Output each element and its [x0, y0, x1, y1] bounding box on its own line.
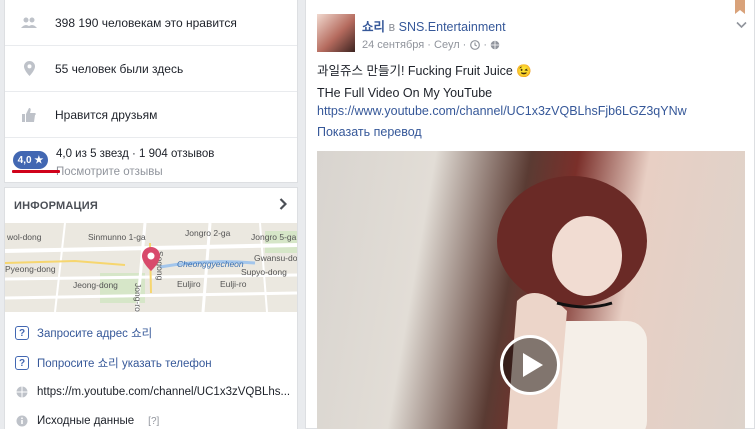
people-icon [21, 15, 37, 31]
ask-address-row[interactable]: ? Запросите адрес 쇼리 [15, 325, 152, 341]
play-icon [522, 353, 543, 377]
thumbs-up-icon [21, 107, 37, 123]
map-label: Jong-ro [133, 283, 143, 312]
location-pin-icon [21, 61, 37, 77]
ask-phone-row[interactable]: ? Попросите 쇼리 указать телефон [15, 355, 212, 371]
rating-underline [12, 170, 60, 173]
dot-separator: · [483, 39, 488, 51]
page-name-link[interactable]: SNS.Entertainment [399, 20, 506, 34]
question-icon: ? [15, 326, 29, 340]
rating-row: 4,0 ★ 4,0 из 5 звезд · 1 904 отзывов Пос… [5, 138, 297, 182]
chevron-right-icon[interactable] [279, 198, 288, 213]
map-label: Cheonggyecheon [177, 259, 244, 269]
globe-icon [15, 385, 29, 399]
video-player[interactable] [317, 151, 745, 429]
video-thumbnail [497, 176, 647, 429]
author-avatar[interactable] [317, 14, 355, 52]
likes-row[interactable]: 398 190 человекам это нравится [5, 0, 297, 46]
see-reviews-link[interactable]: Посмотрите отзывы [56, 164, 214, 180]
globe-privacy-icon[interactable] [490, 40, 500, 50]
play-button[interactable] [500, 335, 560, 395]
ask-address-link[interactable]: Запросите адрес 쇼리 [37, 325, 152, 341]
source-help-link[interactable]: [?] [148, 416, 159, 427]
info-icon [15, 414, 29, 428]
youtube-link[interactable]: https://www.youtube.com/channel/UC1x3zVQ… [317, 104, 687, 118]
website-row[interactable]: https://m.youtube.com/channel/UC1x3zVQBL… [15, 385, 290, 399]
map-label: Eulji-ro [220, 279, 247, 289]
ask-phone-link[interactable]: Попросите 쇼리 указать телефон [37, 355, 212, 371]
clock-icon [470, 40, 481, 50]
post-card: 쇼리 в SNS.Entertainment 24 сентября · Сеу… [305, 0, 755, 429]
source-label: Исходные данные [37, 415, 135, 427]
rating-badge[interactable]: 4,0 ★ [13, 151, 48, 169]
checkins-count: 55 человек были здесь [55, 61, 184, 76]
chevron-down-icon[interactable] [736, 18, 747, 29]
map-label: Supyo-dong [241, 267, 287, 277]
question-icon: ? [15, 356, 29, 370]
post-text-line: 과일쥬스 만들기! Fucking Fruit Juice 😉 [317, 64, 532, 78]
post-header: 쇼리 в SNS.Entertainment 24 сентября · Сеу… [362, 16, 506, 51]
bookmark-icon[interactable] [734, 0, 746, 14]
show-translation-link[interactable]: Показать перевод [317, 125, 422, 139]
map-label: Euljiro [177, 279, 201, 289]
map-label: Jongro 5-ga [251, 232, 297, 242]
likes-count: 398 190 человекам это нравится [55, 15, 237, 30]
map-label: wol-dong [7, 232, 42, 242]
info-title: ИНФОРМАЦИЯ [14, 199, 98, 212]
author-name-link[interactable]: 쇼리 [362, 20, 385, 34]
map-label: Sinmunno 1-ga [88, 232, 146, 242]
map-label: Jeong-dong [73, 280, 118, 290]
map-label: Pyeong-dong [5, 264, 56, 274]
source-row: Исходные данные [?] [15, 414, 159, 428]
friends-like-row[interactable]: Нравится друзьям [5, 92, 297, 138]
location-map[interactable]: wol-dong Sinmunno 1-ga Jongro 2-ga Jongr… [5, 223, 297, 312]
post-text-line: THe Full Video On My YouTube [317, 86, 493, 100]
rating-summary: 4,0 из 5 звезд · 1 904 отзывов [56, 148, 215, 160]
friends-like-label: Нравится друзьям [55, 107, 158, 122]
post-date-location[interactable]: 24 сентября · Сеул · [362, 39, 466, 51]
post-body: 과일쥬스 만들기! Fucking Fruit Juice 😉 THe Full… [317, 62, 747, 120]
map-marker-icon[interactable] [142, 247, 160, 274]
website-link[interactable]: https://m.youtube.com/channel/UC1x3zVQBL… [37, 386, 290, 398]
info-card: ИНФОРМАЦИЯ wol-dong Sinmunno 1-ga Jongro… [4, 187, 298, 429]
map-label: Jongro 2-ga [185, 228, 231, 238]
in-word: в [385, 20, 399, 34]
checkins-row[interactable]: 55 человек были здесь [5, 46, 297, 92]
info-header[interactable]: ИНФОРМАЦИЯ [5, 188, 297, 223]
page-stats-card: 398 190 человекам это нравится 55 челове… [4, 0, 298, 183]
map-label: Gwansu-dong [254, 253, 297, 263]
